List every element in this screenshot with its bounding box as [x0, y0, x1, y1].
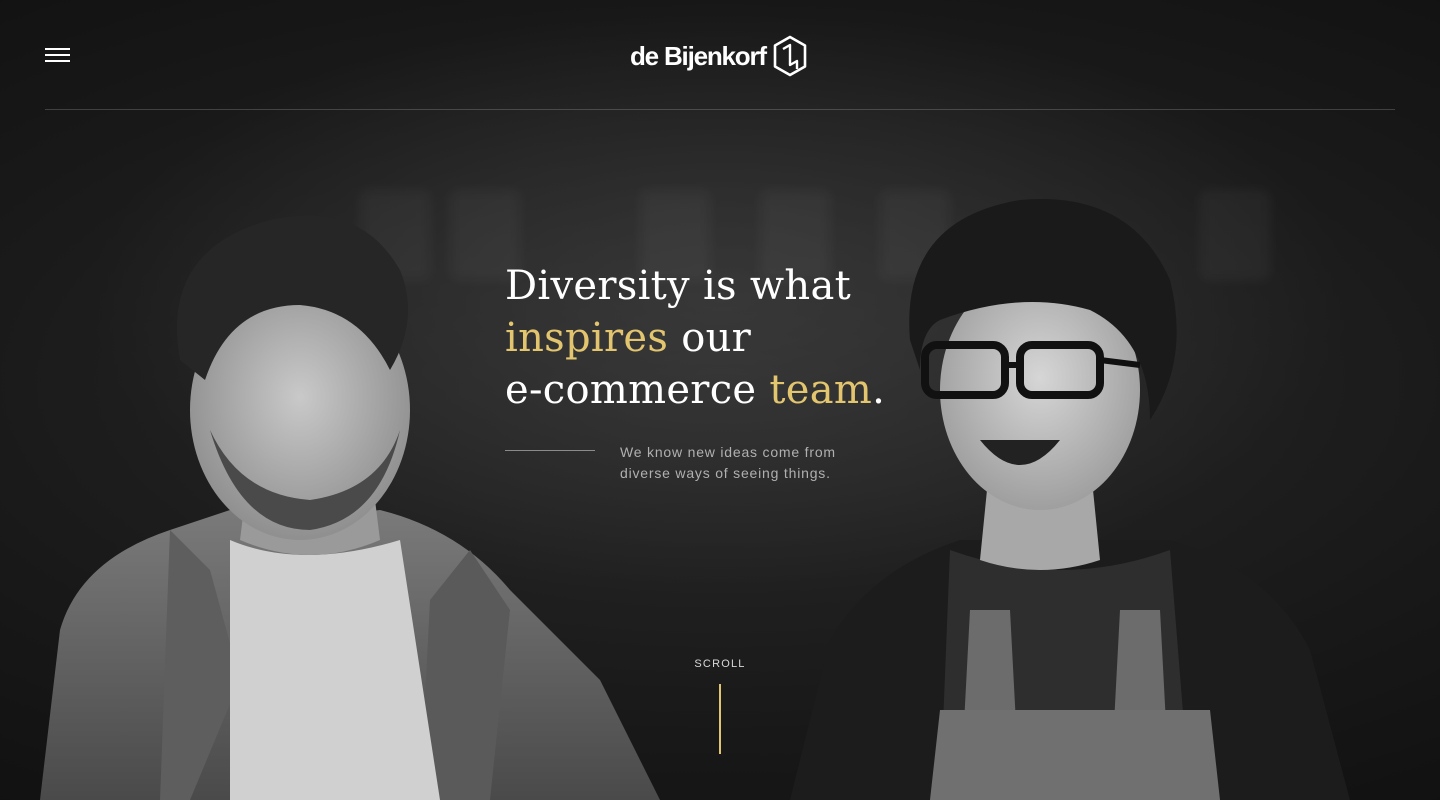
headline-accent-team: team — [769, 367, 873, 413]
headline-line-2-rest: our — [668, 315, 752, 361]
hero-subtext: We know new ideas come from diverse ways… — [620, 442, 880, 484]
headline-accent-inspires: inspires — [505, 315, 669, 361]
divider-line — [505, 450, 595, 451]
hero-subtext-row: We know new ideas come from diverse ways… — [505, 440, 925, 490]
headline-line-3-start: e-commerce — [505, 367, 770, 413]
hamburger-menu-icon[interactable] — [45, 48, 71, 64]
scroll-label: SCROLL — [694, 658, 746, 670]
headline-line-1: Diversity is what — [505, 263, 852, 309]
headline-line-3-end: . — [872, 367, 886, 413]
logo-wordmark: de Bijenkorf — [630, 40, 767, 71]
scroll-line — [719, 684, 721, 754]
hero-headline: Diversity is what inspires our e-commerc… — [505, 260, 925, 416]
hero-section: de Bijenkorf Diversity is what inspires … — [0, 0, 1440, 800]
logo-link[interactable]: de Bijenkorf — [630, 34, 808, 78]
bijenkorf-hexagon-logo-icon — [772, 35, 808, 77]
site-header: de Bijenkorf — [45, 0, 1395, 110]
hero-subtext-line-1: We know new ideas come from — [620, 444, 836, 460]
hero-subtext-line-2: diverse ways of seeing things. — [620, 465, 831, 481]
scroll-indicator[interactable]: SCROLL — [670, 658, 770, 754]
